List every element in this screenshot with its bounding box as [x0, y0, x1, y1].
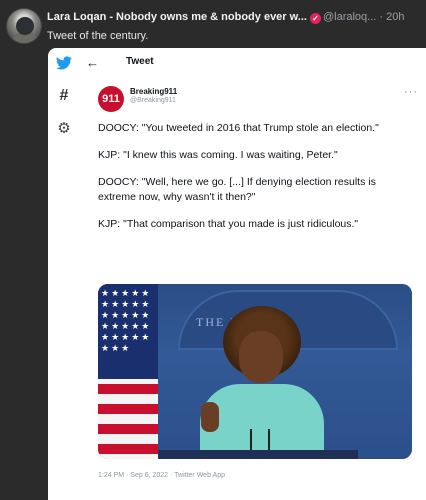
tweet-paragraph: DOOCY: "Well, here we go. [...] If denyi… — [98, 176, 376, 203]
tweet-paragraph: DOOCY: "You tweeted in 2016 that Trump s… — [98, 122, 379, 134]
tweet-paragraph: KJP: "I knew this was coming. I was wait… — [98, 149, 338, 161]
tweet-author-name[interactable]: Breaking911 — [130, 87, 177, 96]
hashtag-icon[interactable]: # — [54, 86, 74, 106]
side-nav: # ⚙ — [48, 48, 80, 500]
breaking911-avatar[interactable]: 911 — [98, 86, 124, 112]
display-name[interactable]: Lara Loqan - Nobody owns me & nobody eve… — [47, 11, 307, 23]
podium — [158, 450, 358, 459]
tweet-author-handle[interactable]: @Breaking911 — [130, 97, 176, 104]
verified-badge-icon: ✓ — [309, 13, 321, 24]
topbar-title: Tweet — [126, 56, 154, 67]
tweet-timestamp[interactable]: 1:24 PM · Sep 6, 2022 · Twitter Web App — [98, 472, 225, 479]
twitter-bird-icon[interactable] — [54, 53, 74, 73]
back-arrow-icon[interactable]: ← — [86, 55, 99, 70]
separator-dot: · — [379, 11, 384, 23]
embedded-tweet-screenshot[interactable]: # ⚙ ← Tweet 911 Breaking911 @Breaking911… — [48, 48, 426, 500]
gear-icon[interactable]: ⚙ — [54, 118, 74, 138]
user-handle[interactable]: @laraloq... — [323, 11, 376, 23]
user-avatar[interactable] — [6, 8, 42, 44]
tweet-body: DOOCY: "You tweeted in 2016 that Trump s… — [98, 121, 414, 244]
post-age[interactable]: 20h — [386, 11, 404, 23]
tweet-photo[interactable]: THE HOUSE ★★★★★★★★★★★★★★★★★★★★★★★★★★★★ — [98, 284, 412, 459]
tweet-paragraph: KJP: "That comparison that you made is j… — [98, 218, 359, 230]
post-header: Lara Loqan - Nobody owns me & nobody eve… — [6, 8, 420, 48]
flag-image: ★★★★★★★★★★★★★★★★★★★★★★★★★★★★ — [98, 284, 158, 459]
tweet-author-row: 911 Breaking911 @Breaking911 ··· — [98, 86, 418, 114]
more-dots-icon[interactable]: ··· — [404, 86, 418, 98]
post-text: Tweet of the century. — [47, 30, 149, 42]
author-line: Lara Loqan - Nobody owns me & nobody eve… — [47, 11, 426, 27]
